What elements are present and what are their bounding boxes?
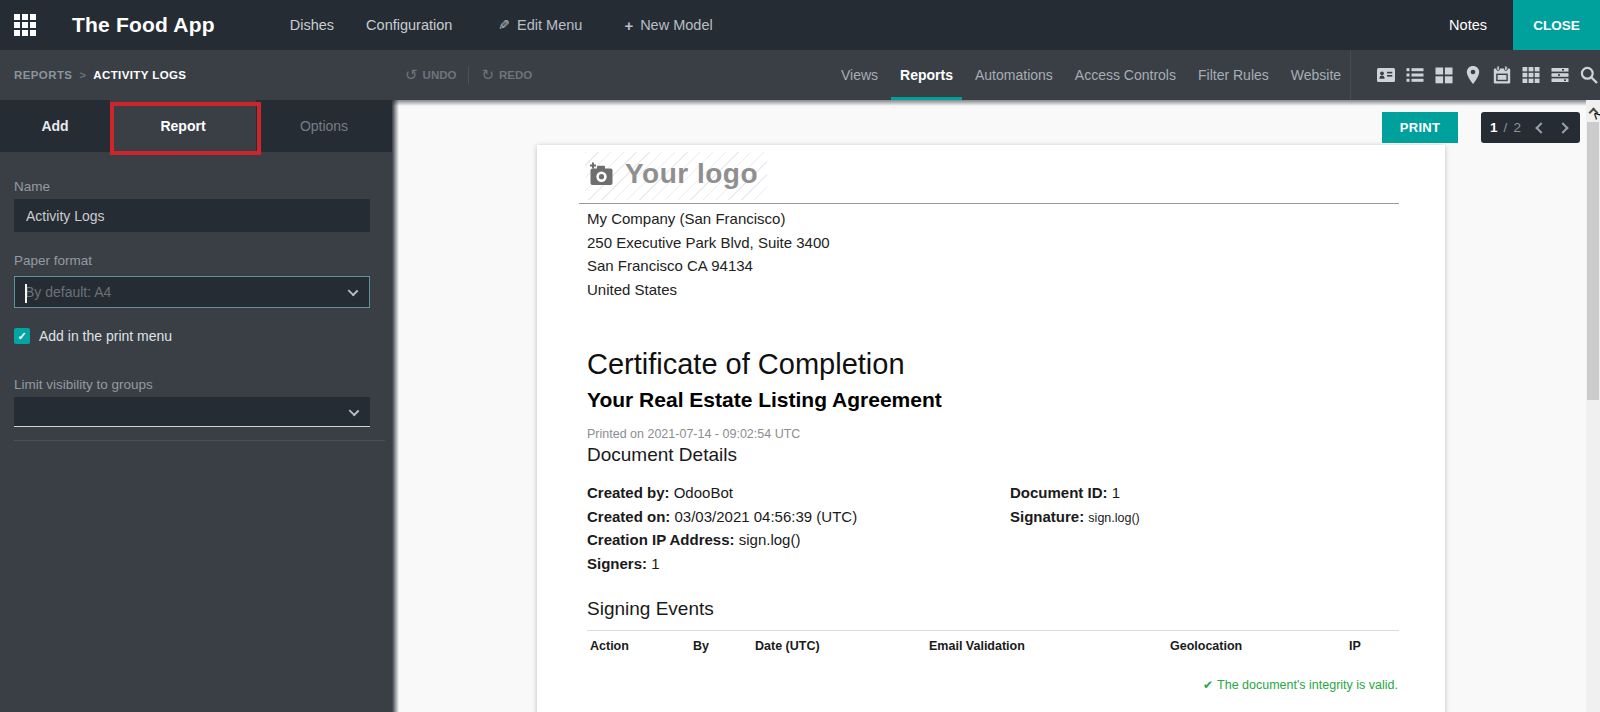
check-icon: ✔: [1203, 678, 1213, 692]
sidebar-tab-options[interactable]: Options: [256, 100, 392, 152]
undo-redo-divider: [468, 66, 469, 84]
groups-select[interactable]: [14, 397, 370, 427]
paper-format-select[interactable]: [14, 276, 370, 308]
toolbar-divider: [1350, 50, 1351, 100]
camera-icon: [588, 162, 615, 187]
undo-icon: ↺: [405, 66, 418, 84]
close-button[interactable]: CLOSE: [1513, 0, 1600, 50]
notes-button[interactable]: Notes: [1449, 17, 1487, 33]
paper-format-label: Paper format: [14, 253, 373, 268]
col-geolocation: Geolocation: [1170, 639, 1242, 653]
printed-on: Printed on 2021-07-14 - 09:02:54 UTC: [587, 427, 1399, 441]
col-email-validation: Email Validation: [929, 639, 1025, 653]
page-total: 2: [1513, 120, 1521, 135]
kanban-view-icon[interactable]: [1434, 65, 1454, 85]
tab-access-controls[interactable]: Access Controls: [1064, 50, 1187, 100]
company-street: 250 Executive Park Blvd, Suite 3400: [587, 231, 1399, 255]
signing-events-heading: Signing Events: [587, 598, 1399, 620]
studio-sidebar: Add Report Options Name Paper format ✓ A…: [0, 100, 392, 712]
breadcrumb-separator: >: [79, 69, 86, 81]
calendar-view-icon[interactable]: [1492, 65, 1512, 85]
groups-field-label: Limit visibility to groups: [14, 377, 373, 392]
report-title: Certificate of Completion: [587, 348, 1399, 381]
company-name: My Company (San Francisco): [587, 207, 1399, 231]
list-view-icon[interactable]: [1405, 65, 1425, 85]
print-button[interactable]: PRINT: [1382, 112, 1458, 143]
print-menu-checkbox[interactable]: ✓: [14, 328, 30, 344]
detail-created-on: Created on: 03/03/2021 04:56:39 (UTC): [587, 505, 1010, 529]
redo-icon: ↻: [481, 66, 494, 84]
detail-signers: Signers: 1: [587, 552, 1010, 576]
apps-grid-icon[interactable]: [14, 14, 36, 36]
detail-creation-ip: Creation IP Address: sign.log(): [587, 528, 1010, 552]
next-page-button[interactable]: [1557, 122, 1568, 133]
sidebar-divider: [14, 440, 385, 441]
menu-dishes[interactable]: Dishes: [290, 17, 334, 33]
company-country: United States: [587, 278, 1399, 302]
tab-website[interactable]: Website: [1280, 50, 1352, 100]
page-navigator: 1 / 2: [1481, 112, 1580, 143]
detail-signature: Signature: sign.log(): [1010, 505, 1140, 531]
col-action: Action: [590, 639, 629, 653]
company-city: San Francisco CA 94134: [587, 254, 1399, 278]
plus-icon: +: [624, 17, 633, 34]
map-view-icon[interactable]: [1463, 65, 1483, 85]
breadcrumb-reports[interactable]: REPORTS: [14, 69, 72, 81]
graph-view-icon[interactable]: [1550, 65, 1570, 85]
col-date: Date (UTC): [755, 639, 820, 653]
col-by: By: [693, 639, 709, 653]
paper-format-input[interactable]: [15, 284, 335, 300]
tab-reports[interactable]: Reports: [889, 50, 964, 100]
report-preview-area: Your logo My Company (San Francisco) 250…: [392, 100, 1600, 712]
integrity-note: ✔The document's integrity is valid.: [587, 678, 1399, 692]
detail-document-id: Document ID: 1: [1010, 481, 1140, 505]
tab-views[interactable]: Views: [830, 50, 889, 100]
col-ip: IP: [1349, 639, 1361, 653]
tab-filter-rules[interactable]: Filter Rules: [1187, 50, 1280, 100]
studio-toolbar: REPORTS > ACTIVITY LOGS ↺ UNDO ↻ REDO Vi…: [0, 50, 1600, 100]
signing-events-table: Action By Date (UTC) Email Validation Ge…: [587, 630, 1399, 654]
document-details-heading: Document Details: [587, 444, 1399, 466]
redo-button[interactable]: ↻ REDO: [481, 66, 532, 84]
top-navbar: The Food App Dishes Configuration ✎ Edit…: [0, 0, 1600, 50]
scrollbar-up-arrow[interactable]: ^: [1588, 108, 1598, 118]
new-model-button[interactable]: + New Model: [624, 17, 712, 34]
undo-button[interactable]: ↺ UNDO: [405, 66, 456, 84]
sidebar-tab-add[interactable]: Add: [0, 100, 110, 152]
text-cursor: [25, 284, 27, 303]
breadcrumb-activity-logs: ACTIVITY LOGS: [93, 69, 186, 81]
pivot-view-icon[interactable]: [1521, 65, 1541, 85]
edit-menu-button[interactable]: ✎ Edit Menu: [498, 17, 582, 33]
tab-automations[interactable]: Automations: [964, 50, 1064, 100]
menu-configuration[interactable]: Configuration: [366, 17, 452, 33]
detail-created-by: Created by: OdooBot: [587, 481, 1010, 505]
breadcrumb: REPORTS > ACTIVITY LOGS: [14, 50, 186, 100]
app-title[interactable]: The Food App: [72, 13, 215, 37]
print-menu-label: Add in the print menu: [39, 328, 172, 344]
scrollbar-thumb[interactable]: [1587, 122, 1599, 400]
header-divider: [579, 203, 1399, 204]
sidebar-tab-report[interactable]: Report: [110, 100, 256, 152]
search-icon[interactable]: [1579, 65, 1599, 85]
studio-tabs: Views Reports Automations Access Control…: [830, 50, 1352, 100]
chevron-down-icon: [349, 406, 360, 417]
logo-placeholder-text[interactable]: Your logo: [625, 158, 758, 190]
name-input[interactable]: [14, 199, 370, 232]
report-page: Your logo My Company (San Francisco) 250…: [537, 145, 1445, 712]
prev-page-button[interactable]: [1535, 122, 1546, 133]
page-current: 1: [1490, 120, 1498, 135]
report-subtitle: Your Real Estate Listing Agreement: [587, 388, 1399, 412]
scrollbar[interactable]: ^: [1586, 100, 1600, 712]
name-field-label: Name: [14, 179, 373, 194]
chevron-down-icon: [348, 286, 359, 297]
pencil-icon: ✎: [498, 17, 510, 33]
form-view-icon[interactable]: [1376, 65, 1396, 85]
